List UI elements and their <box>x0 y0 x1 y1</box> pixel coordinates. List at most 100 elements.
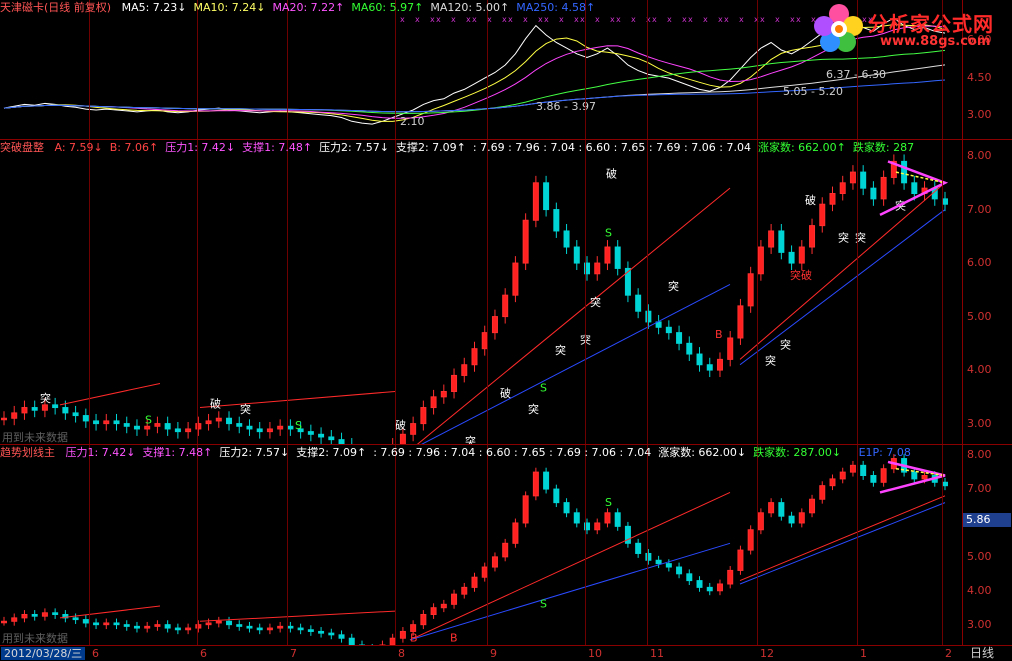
candle <box>942 477 948 491</box>
month-separator <box>487 445 488 645</box>
candle <box>164 620 171 633</box>
candle <box>82 408 89 428</box>
signal-marker: x <box>724 15 729 24</box>
month-separator <box>197 140 198 445</box>
candle <box>614 240 621 276</box>
candle <box>113 413 120 431</box>
date-tick-label: 1 <box>860 647 867 660</box>
candle <box>502 538 509 562</box>
trend-line <box>409 492 731 641</box>
candle <box>543 467 550 494</box>
signal-marker: x <box>703 15 708 24</box>
candle <box>727 331 734 367</box>
signal-label: S <box>540 598 547 611</box>
month-separator <box>857 445 858 645</box>
month-separator <box>757 445 758 645</box>
signal-marker: x <box>574 15 579 24</box>
indicator-item: 支撑2: 7.09↑ <box>296 446 367 459</box>
signal-label: 突 <box>590 295 601 309</box>
candle <box>11 405 18 426</box>
trend-line <box>59 605 161 619</box>
candle <box>338 630 345 643</box>
date-axis: 2012/03/28/三 日线 6 6 7 8 9 10 11 12 1 2 <box>0 645 1012 661</box>
month-separator <box>287 445 288 645</box>
candle <box>911 467 918 484</box>
candle <box>532 467 539 501</box>
candle <box>174 623 181 635</box>
candle <box>901 154 908 190</box>
month-separator <box>287 140 288 445</box>
candle <box>451 368 458 399</box>
month-separator <box>585 0 586 140</box>
y-tick-label: 5.00 <box>967 549 992 563</box>
indicator-item: 涨家数: 662.00↓ <box>658 446 747 459</box>
current-date: 2012/03/28/三 <box>1 647 86 660</box>
trendline-pane[interactable]: 趋势划线主 压力1: 7.42↓ 支撑1: 7.48↑ 压力2: 7.57↓ 支撑2:… <box>0 445 962 645</box>
candle <box>716 579 723 596</box>
candle <box>174 421 181 439</box>
signal-marker: x <box>616 15 621 24</box>
y-tick-label: 8.00 <box>967 448 992 462</box>
candle <box>103 413 110 431</box>
trend-line <box>59 382 161 406</box>
candle <box>21 400 28 420</box>
candle <box>113 618 120 630</box>
candle <box>266 623 273 635</box>
candle <box>144 621 151 633</box>
trendline-chart: S S B B <box>1 454 948 645</box>
candle <box>215 616 222 628</box>
candle <box>318 427 325 444</box>
period-label[interactable]: 日线 <box>970 646 994 661</box>
candle <box>829 474 836 491</box>
date-tick-label: 12 <box>760 647 774 660</box>
ma-item: MA60: 5.97↑ <box>351 1 424 14</box>
month-separator <box>197 0 198 140</box>
candle <box>256 623 263 635</box>
candle <box>614 508 621 531</box>
candle <box>348 633 355 645</box>
candle <box>93 618 100 630</box>
breakout-pane[interactable]: 突破盘整 A: 7.59↓ B: 7.06↑ 压力1: 7.42↓ 支撑1: 7.48… <box>0 140 962 445</box>
y-tick-label: 5.00 <box>967 309 992 323</box>
candle <box>870 471 877 487</box>
signal-label: 突 <box>528 402 539 416</box>
candle <box>788 245 795 271</box>
candle <box>563 498 570 518</box>
signal-label: 破 <box>805 193 816 207</box>
candle <box>328 430 335 445</box>
candle <box>103 618 110 630</box>
signal-marker: x <box>682 15 687 24</box>
signal-label: 破 <box>500 386 511 400</box>
ma-line <box>3 23 946 122</box>
candle <box>133 621 140 633</box>
y-tick-label: 3.00 <box>967 108 992 121</box>
candle <box>942 191 948 212</box>
month-separator <box>585 140 586 445</box>
candle <box>757 508 764 535</box>
signal-marker: x <box>559 15 564 24</box>
candle <box>256 421 263 439</box>
signal-label: 破 <box>606 166 617 180</box>
indicator-item: 涨家数: 662.00↑ <box>757 141 846 154</box>
signal-marker: x <box>400 15 405 24</box>
candle <box>205 618 212 630</box>
signal-marker: x <box>544 15 549 24</box>
candle <box>420 400 427 431</box>
candle <box>430 603 437 619</box>
trendline-title: 趋势划线主 <box>0 446 55 459</box>
signal-label: S <box>540 381 547 394</box>
flower-logo-icon <box>814 4 863 52</box>
candle <box>1 616 7 626</box>
date-tick-label: 8 <box>398 647 405 660</box>
signal-marker: x <box>631 15 636 24</box>
indicator-item: 压力2: 7.57↓ <box>319 141 389 154</box>
candle <box>440 599 447 613</box>
signal-marker: x <box>790 15 795 24</box>
date-tick-label: 2 <box>945 647 952 660</box>
candle <box>604 240 611 271</box>
candle <box>491 552 498 572</box>
signal-marker: x <box>451 15 456 24</box>
candle <box>696 576 703 592</box>
signal-marker: x <box>718 15 723 24</box>
candle <box>737 298 744 345</box>
